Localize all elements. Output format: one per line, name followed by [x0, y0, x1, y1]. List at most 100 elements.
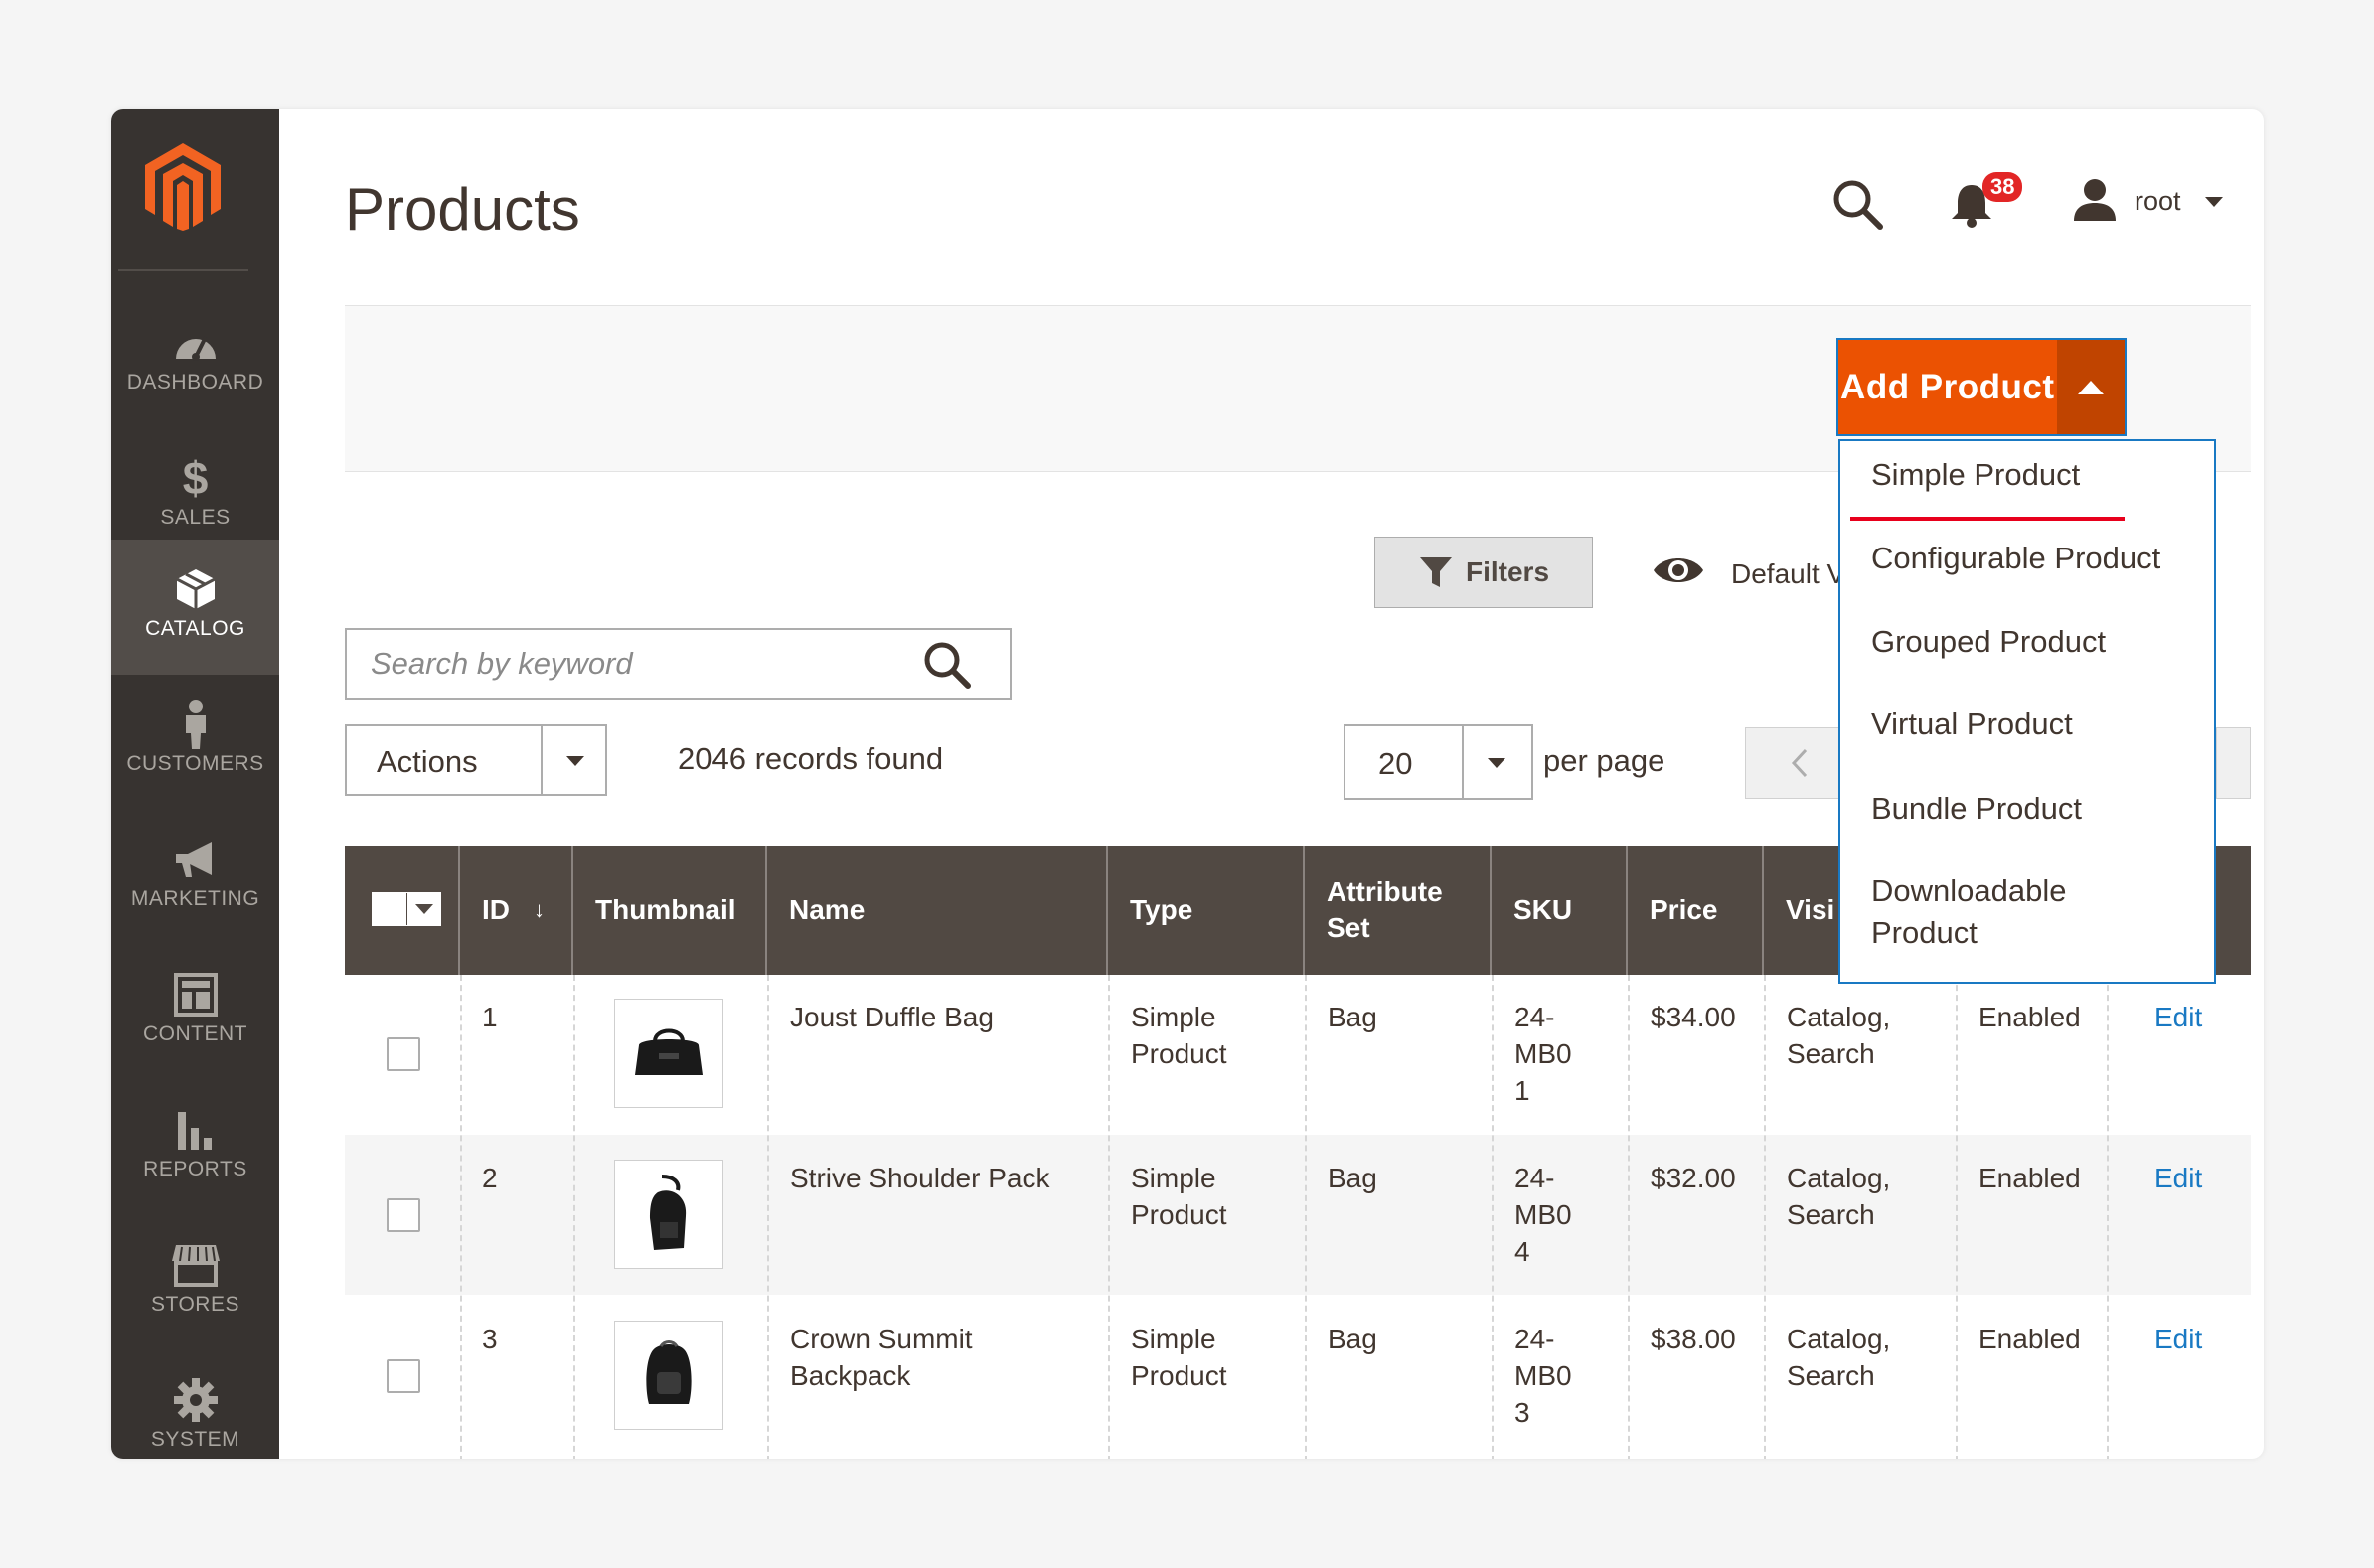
- actions-label: Actions: [377, 744, 478, 779]
- column-thumbnail[interactable]: Thumbnail: [573, 846, 767, 975]
- bar-chart-icon: [170, 1104, 222, 1156]
- dropdown-item-downloadable-product[interactable]: Downloadable Product: [1871, 870, 2100, 954]
- add-product-split-button: Add Product: [1836, 338, 2127, 436]
- cell-type: Simple Product: [1131, 1002, 1227, 1069]
- store-icon: [170, 1239, 222, 1291]
- cell-name: Strive Shoulder Pack: [790, 1163, 1050, 1193]
- sidebar-item-marketing[interactable]: MARKETING: [111, 810, 279, 945]
- highlight-underline: [1850, 517, 2125, 521]
- sidebar-item-label: MARKETING: [130, 887, 260, 910]
- chevron-down-icon: [1488, 758, 1505, 768]
- sidebar-divider: [118, 269, 248, 271]
- dashboard-icon: [170, 317, 222, 369]
- cell-price: $34.00: [1651, 1002, 1736, 1032]
- cell-status: Enabled: [1978, 1324, 2081, 1354]
- records-count: 2046 records found: [678, 741, 944, 776]
- row-checkbox[interactable]: [387, 1198, 420, 1232]
- sidebar-item-label: REPORTS: [143, 1158, 247, 1180]
- column-name[interactable]: Name: [767, 846, 1108, 975]
- megaphone-icon: [170, 834, 222, 885]
- sidebar-item-dashboard[interactable]: DASHBOARD: [111, 293, 279, 428]
- per-page-select[interactable]: 20: [1344, 724, 1533, 800]
- eye-icon[interactable]: [1652, 552, 1705, 588]
- row-checkbox[interactable]: [387, 1037, 420, 1071]
- search-icon[interactable]: [922, 640, 972, 690]
- content-layout-icon: [170, 969, 222, 1020]
- product-thumbnail[interactable]: [614, 1321, 723, 1430]
- edit-link[interactable]: Edit: [2154, 999, 2202, 1035]
- dropdown-item-grouped-product[interactable]: Grouped Product: [1871, 621, 2106, 663]
- column-sku[interactable]: SKU: [1492, 846, 1628, 975]
- cell-id: 2: [482, 1163, 498, 1193]
- sidebar-item-label: STORES: [151, 1293, 239, 1316]
- sidebar-item-customers[interactable]: CUSTOMERS: [111, 675, 279, 810]
- notification-count-badge: 38: [1982, 172, 2023, 202]
- sidebar-item-label: CONTENT: [143, 1022, 247, 1045]
- sidebar-item-catalog[interactable]: CATALOG: [111, 540, 279, 675]
- cell-attribute-set: Bag: [1328, 1002, 1377, 1032]
- page-title: Products: [345, 176, 580, 242]
- filters-button[interactable]: Filters: [1374, 537, 1593, 608]
- column-id[interactable]: ID ↓: [460, 846, 573, 975]
- global-search-icon[interactable]: [1830, 177, 1884, 231]
- edit-link[interactable]: Edit: [2154, 1321, 2202, 1357]
- cell-id: 1: [482, 1002, 498, 1032]
- mass-actions-select[interactable]: Actions: [345, 724, 607, 796]
- default-view-selector[interactable]: Default V: [1731, 558, 1845, 590]
- chevron-down-icon: [566, 756, 584, 766]
- per-page-value: 20: [1378, 746, 1413, 781]
- sidebar-item-label: CUSTOMERS: [126, 752, 264, 775]
- admin-sidebar: DASHBOARD $ SALES CATALOG CUSTOMERS MARK…: [111, 109, 279, 1459]
- search-input[interactable]: [347, 630, 903, 698]
- cell-attribute-set: Bag: [1328, 1163, 1377, 1193]
- dropdown-item-simple-product[interactable]: Simple Product: [1871, 454, 2080, 496]
- cell-sku: 24-MB04: [1514, 1163, 1572, 1267]
- edit-link[interactable]: Edit: [2154, 1160, 2202, 1196]
- backpack-image: [646, 1340, 692, 1404]
- dollar-icon: $: [182, 452, 209, 504]
- cell-visibility: Catalog, Search: [1787, 1002, 1891, 1069]
- product-thumbnail[interactable]: [614, 999, 723, 1108]
- dropdown-item-configurable-product[interactable]: Configurable Product: [1871, 538, 2160, 579]
- sidebar-item-label: CATALOG: [145, 617, 245, 640]
- sidebar-item-label: SYSTEM: [150, 1428, 240, 1451]
- column-price[interactable]: Price: [1628, 846, 1764, 975]
- cell-visibility: Catalog, Search: [1787, 1163, 1891, 1230]
- mass-select-checkbox[interactable]: [372, 892, 441, 926]
- chevron-down-icon: [414, 904, 433, 914]
- cell-status: Enabled: [1978, 1163, 2081, 1193]
- cell-name: Crown Summit Backpack: [790, 1324, 973, 1391]
- per-page-label: per page: [1543, 743, 1665, 778]
- user-menu-name[interactable]: root: [2135, 186, 2181, 217]
- dropdown-item-virtual-product[interactable]: Virtual Product: [1871, 704, 2073, 745]
- magento-logo[interactable]: [143, 141, 223, 231]
- column-type[interactable]: Type: [1108, 846, 1305, 975]
- cell-sku: 24-MB01: [1514, 1002, 1572, 1106]
- product-thumbnail[interactable]: [614, 1160, 723, 1269]
- column-attribute-set[interactable]: Attribute Set: [1305, 846, 1492, 975]
- add-product-toggle[interactable]: [2056, 340, 2125, 434]
- cell-sku: 24-MB03: [1514, 1324, 1572, 1428]
- keyword-search: [345, 628, 1012, 700]
- cell-price: $32.00: [1651, 1163, 1736, 1193]
- gear-icon: [170, 1374, 222, 1426]
- sidebar-item-stores[interactable]: STORES: [111, 1215, 279, 1350]
- sort-arrow-icon: ↓: [534, 897, 545, 922]
- cell-type: Simple Product: [1131, 1324, 1227, 1391]
- pager-next-button[interactable]: [2216, 727, 2251, 799]
- add-product-dropdown: Simple Product Configurable Product Grou…: [1838, 439, 2216, 984]
- admin-window: DASHBOARD $ SALES CATALOG CUSTOMERS MARK…: [111, 109, 2264, 1459]
- sidebar-item-reports[interactable]: REPORTS: [111, 1080, 279, 1215]
- dropdown-item-bundle-product[interactable]: Bundle Product: [1871, 788, 2082, 830]
- catalog-box-icon: [170, 563, 222, 615]
- user-avatar-icon[interactable]: [2072, 177, 2118, 223]
- chevron-down-icon[interactable]: [2205, 197, 2223, 207]
- funnel-icon: [1419, 557, 1452, 587]
- cell-name: Joust Duffle Bag: [790, 1002, 994, 1032]
- shoulder-pack-image: [650, 1175, 687, 1250]
- sidebar-item-content[interactable]: CONTENT: [111, 945, 279, 1080]
- row-checkbox[interactable]: [387, 1359, 420, 1393]
- sidebar-item-system[interactable]: SYSTEM: [111, 1350, 279, 1459]
- add-product-button[interactable]: Add Product: [1838, 340, 2057, 434]
- chevron-up-icon: [2077, 380, 2104, 394]
